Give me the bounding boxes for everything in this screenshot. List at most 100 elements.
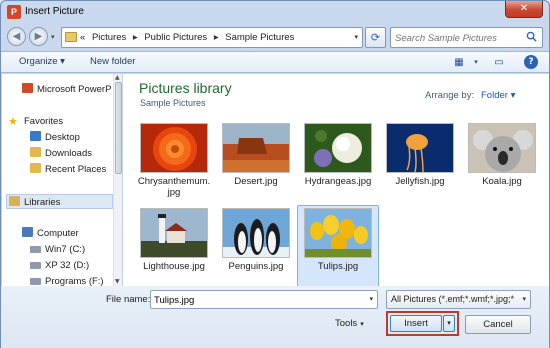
sidebar-item-favorites[interactable]: ★ Favorites xyxy=(8,114,120,129)
sidebar-item-xp32-d[interactable]: XP 32 (D:) xyxy=(30,258,121,273)
drive-icon xyxy=(30,278,41,285)
file-name-label: File name: xyxy=(106,294,151,305)
breadcrumb-pictures[interactable]: Pictures xyxy=(92,32,126,43)
file-name-label: Desert.jpg xyxy=(234,176,278,187)
breadcrumb-overflow[interactable]: « xyxy=(80,32,85,43)
sidebar-item-label: Recent Places xyxy=(45,164,107,175)
recent-places-icon xyxy=(30,163,41,173)
insert-picture-dialog: P Insert Picture ✕ ◀ ▶ ▾ « Pictures ▸ Pu… xyxy=(0,0,550,348)
sidebar-item-label: XP 32 (D:) xyxy=(45,260,90,271)
new-folder-button[interactable]: New folder xyxy=(90,56,135,67)
cancel-button[interactable]: Cancel xyxy=(465,315,531,334)
breadcrumb-separator-icon[interactable]: ▸ xyxy=(214,32,219,43)
tulips-thumbnail xyxy=(304,208,372,258)
desktop-icon xyxy=(30,131,41,141)
file-name-label: Penguins.jpg xyxy=(228,261,284,272)
arrange-by-label: Arrange by: xyxy=(425,90,475,101)
search-icon[interactable] xyxy=(526,31,537,42)
file-name-label: Koala.jpg xyxy=(482,176,522,187)
refresh-icon: ⟳ xyxy=(370,31,381,44)
navigation-scrollbar[interactable]: ▲ ▼ xyxy=(113,74,122,286)
address-bar[interactable]: « Pictures ▸ Public Pictures ▸ Sample Pi… xyxy=(61,27,363,48)
tools-label: Tools xyxy=(335,318,358,329)
sidebar-item-computer[interactable]: Computer xyxy=(22,226,121,241)
preview-pane-icon[interactable]: ▭ xyxy=(490,55,508,70)
insert-button[interactable]: Insert xyxy=(390,315,442,332)
file-item-lighthouse[interactable]: Lighthouse.jpg xyxy=(133,205,215,286)
library-subtitle: Sample Pictures xyxy=(140,98,206,108)
recent-locations-dropdown[interactable]: ▾ xyxy=(51,33,59,41)
forward-button[interactable]: ▶ xyxy=(29,27,48,46)
powerpoint-icon xyxy=(22,83,33,93)
chevron-down-icon: ▾ xyxy=(522,296,526,303)
chrysanthemum-thumbnail xyxy=(140,123,208,173)
refresh-button[interactable]: ⟳ xyxy=(365,27,386,48)
scroll-down-icon[interactable]: ▼ xyxy=(115,278,120,285)
library-title: Pictures library xyxy=(139,80,232,96)
address-dropdown-icon[interactable]: ▾ xyxy=(354,33,358,41)
close-button[interactable]: ✕ xyxy=(505,1,543,18)
desert-thumbnail xyxy=(222,123,290,173)
insert-options-dropdown[interactable]: ▾ xyxy=(443,315,455,332)
file-name-label: Tulips.jpg xyxy=(317,261,359,272)
sidebar-item-microsoft-powerpoint[interactable]: Microsoft PowerP xyxy=(22,82,121,97)
file-name-label: Chrysanthemum. jpg xyxy=(137,176,211,198)
file-name-label: Hydrangeas.jpg xyxy=(304,176,372,187)
tools-menu-button[interactable]: Tools ▾ xyxy=(335,318,364,329)
koala-thumbnail xyxy=(468,123,536,173)
file-name-label: Lighthouse.jpg xyxy=(143,261,205,272)
file-name-combobox[interactable]: ▾ xyxy=(150,290,378,309)
file-type-filter-value: All Pictures (*.emf;*.wmf;*.jpg;* xyxy=(391,294,515,304)
sidebar-item-libraries[interactable]: Libraries xyxy=(6,194,113,209)
sidebar-item-recent-places[interactable]: Recent Places xyxy=(30,162,121,177)
hydrangeas-thumbnail xyxy=(304,123,372,173)
sidebar-item-label: Desktop xyxy=(45,132,80,143)
search-box[interactable] xyxy=(390,27,543,48)
drive-icon xyxy=(30,262,41,269)
breadcrumb-public-pictures[interactable]: Public Pictures xyxy=(144,32,207,43)
sidebar-item-downloads[interactable]: Downloads xyxy=(30,146,121,161)
file-item-hydrangeas[interactable]: Hydrangeas.jpg xyxy=(297,120,379,204)
back-button[interactable]: ◀ xyxy=(7,27,26,46)
command-toolbar: Organize ▾ New folder ▦ ▾ ▭ ? xyxy=(1,51,549,73)
file-list-pane: Pictures library Sample Pictures Arrange… xyxy=(123,74,549,286)
sidebar-item-label: Programs (F:) xyxy=(45,276,104,286)
penguins-thumbnail xyxy=(222,208,290,258)
file-name-dropdown-icon[interactable]: ▾ xyxy=(369,295,373,303)
organize-button[interactable]: Organize ▾ xyxy=(19,56,65,67)
file-item-chrysanthemum[interactable]: Chrysanthemum. jpg xyxy=(133,120,215,204)
title-bar: P Insert Picture ✕ xyxy=(1,1,549,23)
help-icon[interactable]: ? xyxy=(524,55,538,69)
star-icon: ★ xyxy=(8,116,18,128)
file-type-filter-select[interactable]: All Pictures (*.emf;*.wmf;*.jpg;* ▾ xyxy=(386,290,531,309)
navigation-bar: ◀ ▶ ▾ « Pictures ▸ Public Pictures ▸ Sam… xyxy=(1,23,549,51)
dialog-footer: File name: ▾ All Pictures (*.emf;*.wmf;*… xyxy=(1,286,549,348)
file-item-jellyfish[interactable]: Jellyfish.jpg xyxy=(379,120,461,204)
file-item-tulips[interactable]: Tulips.jpg xyxy=(297,205,379,286)
arrange-by-dropdown[interactable]: Folder ▾ xyxy=(481,90,515,101)
file-name-label: Jellyfish.jpg xyxy=(395,176,445,187)
breadcrumb-separator-icon[interactable]: ▸ xyxy=(133,32,138,43)
chevron-down-icon: ▾ xyxy=(360,321,364,328)
sidebar-item-label: Libraries xyxy=(24,197,61,208)
sidebar-item-win7-c[interactable]: Win7 (C:) xyxy=(30,242,121,257)
libraries-icon xyxy=(9,196,20,206)
file-item-koala[interactable]: Koala.jpg xyxy=(461,120,543,204)
breadcrumb-sample-pictures[interactable]: Sample Pictures xyxy=(225,32,294,43)
view-dropdown-icon[interactable]: ▾ xyxy=(467,55,485,70)
file-item-desert[interactable]: Desert.jpg xyxy=(215,120,297,204)
sidebar-item-label: Favorites xyxy=(24,116,64,127)
change-view-icon[interactable]: ▦ xyxy=(450,55,468,70)
scroll-up-icon[interactable]: ▲ xyxy=(115,74,120,81)
sidebar-item-desktop[interactable]: Desktop xyxy=(30,130,121,145)
sidebar-item-label: Computer xyxy=(37,228,79,239)
lighthouse-thumbnail xyxy=(140,208,208,258)
scrollbar-thumb[interactable] xyxy=(115,82,122,174)
folder-icon xyxy=(65,32,77,42)
computer-icon xyxy=(22,227,33,237)
file-item-penguins[interactable]: Penguins.jpg xyxy=(215,205,297,286)
sidebar-item-programs-f[interactable]: Programs (F:) xyxy=(30,274,121,286)
sidebar-item-label: Win7 (C:) xyxy=(45,244,86,255)
file-name-input[interactable] xyxy=(154,293,354,307)
search-input[interactable] xyxy=(395,31,520,45)
